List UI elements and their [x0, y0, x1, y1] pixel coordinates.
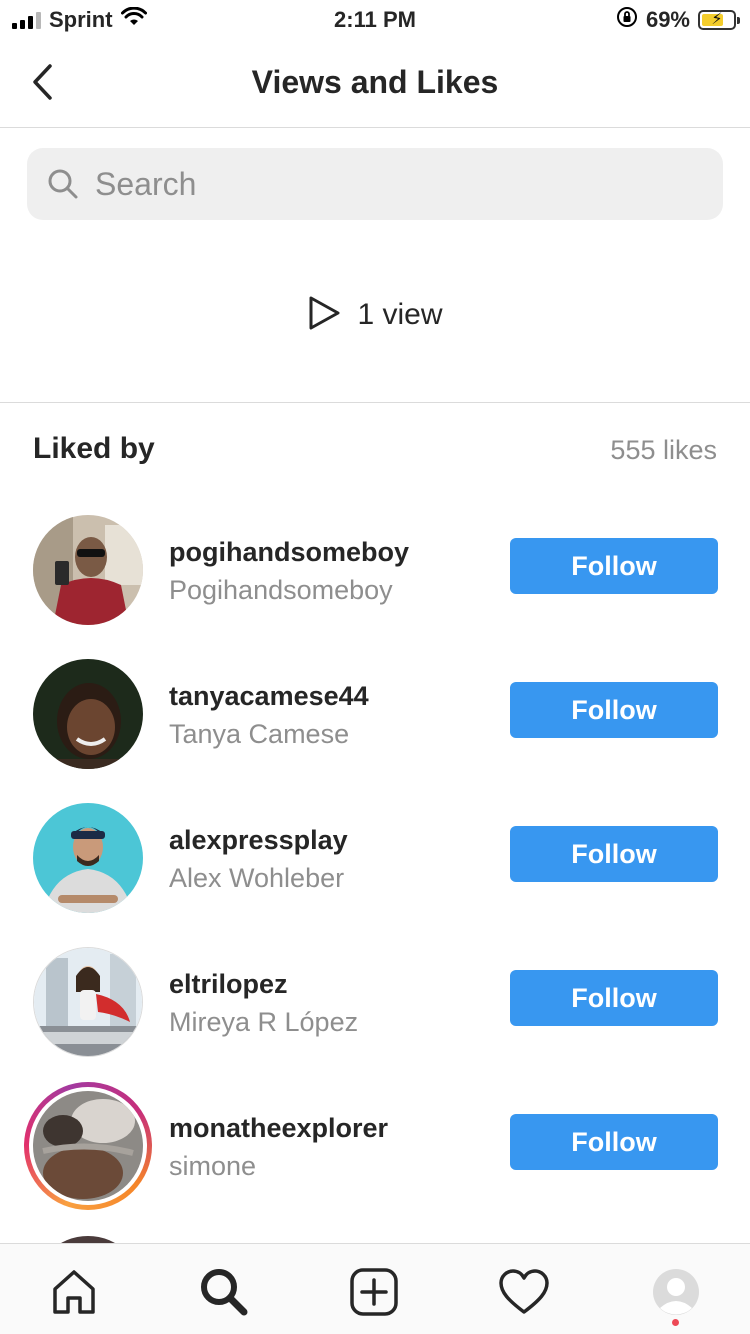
username[interactable]: tanyacamese44	[169, 681, 369, 712]
activity-heart-icon	[499, 1269, 549, 1314]
liked-by-title: Liked by	[33, 432, 155, 465]
status-bar: Sprint 2:11 PM 69% ⚡	[0, 0, 750, 40]
full-name: Tanya Camese	[169, 719, 350, 749]
charging-bolt-icon: ⚡	[711, 11, 723, 28]
search-icon	[201, 1269, 248, 1316]
list-item[interactable]: pogihandsomeboy Pogihandsomeboy Follow	[0, 515, 750, 659]
search-bar[interactable]	[27, 148, 723, 220]
follow-button[interactable]: Follow	[510, 826, 718, 882]
tab-bar	[0, 1243, 750, 1334]
profile-icon	[653, 1269, 699, 1315]
tab-new-post[interactable]	[346, 1264, 402, 1320]
battery-percent: 69%	[645, 7, 690, 32]
likes-count: 555 likes	[610, 435, 717, 465]
username[interactable]: alexpressplay	[169, 825, 348, 856]
orientation-lock-icon	[616, 6, 638, 34]
list-item[interactable]: eltrilopez Mireya R López Follow	[0, 947, 750, 1091]
views-summary[interactable]: 1 view	[0, 290, 750, 340]
full-name: Alex Wohleber	[169, 863, 345, 893]
status-right: 69% ⚡	[616, 6, 740, 34]
tab-profile[interactable]	[648, 1264, 704, 1320]
views-count: 1 view	[357, 298, 443, 331]
username[interactable]: monatheexplorer	[169, 1113, 388, 1144]
list-item[interactable]: tanyacamese44 Tanya Camese Follow	[0, 659, 750, 803]
nav-header: Views and Likes	[0, 40, 750, 128]
tab-activity[interactable]	[496, 1264, 552, 1320]
home-icon	[53, 1270, 95, 1314]
avatar[interactable]	[33, 803, 143, 913]
tab-home[interactable]	[46, 1264, 102, 1320]
section-divider	[0, 402, 750, 403]
full-name: simone	[169, 1151, 257, 1181]
search-icon	[45, 166, 81, 202]
search-input[interactable]	[95, 165, 695, 203]
avatar[interactable]	[33, 515, 143, 625]
tab-search[interactable]	[196, 1264, 252, 1320]
username[interactable]: eltrilopez	[169, 969, 288, 1000]
play-icon	[307, 295, 341, 336]
follow-button[interactable]: Follow	[510, 970, 718, 1026]
avatar[interactable]	[33, 659, 143, 769]
page-title: Views and Likes	[251, 64, 499, 100]
username[interactable]: pogihandsomeboy	[169, 537, 409, 568]
follow-button[interactable]: Follow	[510, 682, 718, 738]
full-name: Mireya R López	[169, 1007, 359, 1037]
avatar[interactable]	[33, 947, 143, 1057]
battery-charging-icon: ⚡	[698, 10, 740, 30]
new-post-icon	[350, 1268, 398, 1316]
full-name: Pogihandsomeboy	[169, 575, 393, 605]
list-item[interactable]: alexpressplay Alex Wohleber Follow	[0, 803, 750, 947]
list-item[interactable]: monatheexplorer simone Follow	[0, 1082, 750, 1235]
notification-dot	[672, 1319, 679, 1326]
avatar[interactable]	[33, 1091, 143, 1201]
follow-button[interactable]: Follow	[510, 538, 718, 594]
follow-button[interactable]: Follow	[510, 1114, 718, 1170]
